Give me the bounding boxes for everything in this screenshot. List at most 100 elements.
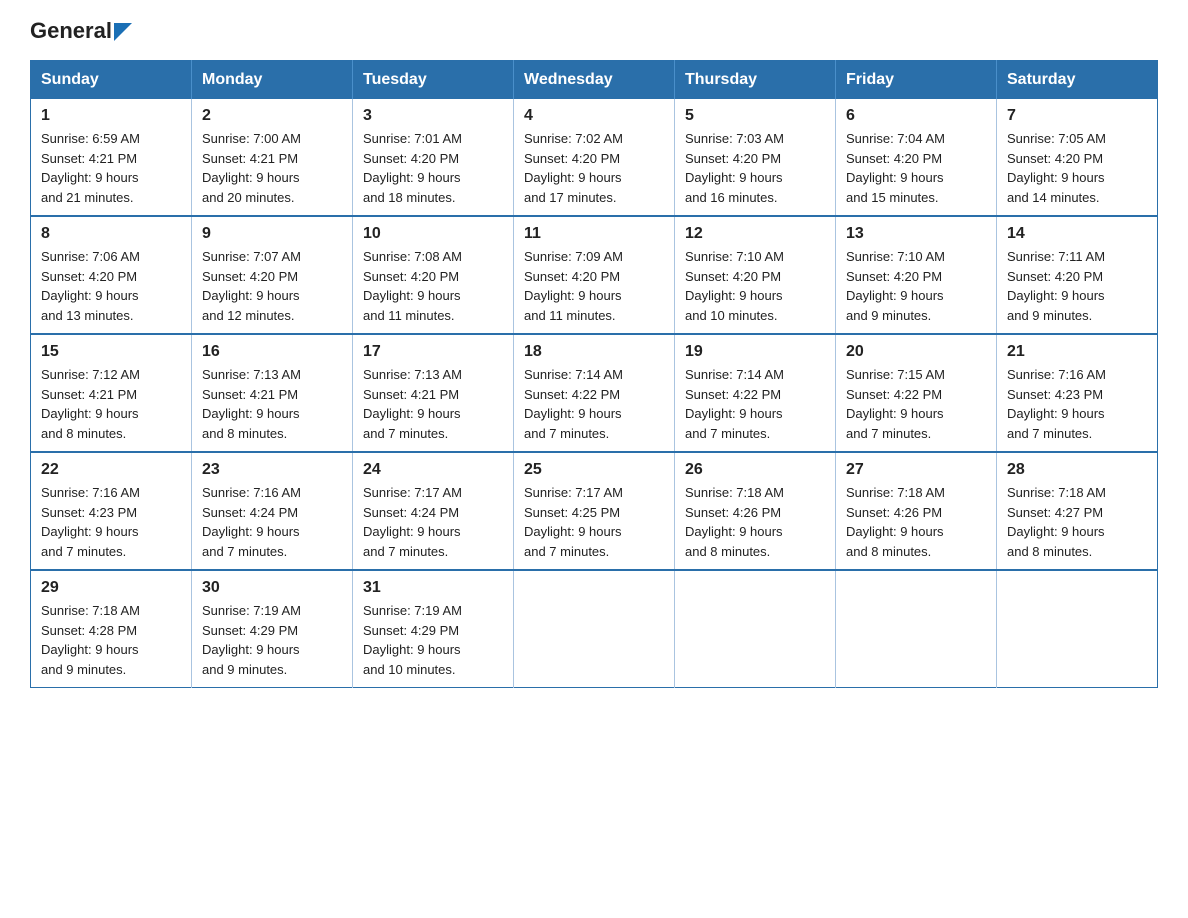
calendar-cell: 27 Sunrise: 7:18 AM Sunset: 4:26 PM Dayl… bbox=[836, 452, 997, 570]
day-number: 22 bbox=[41, 461, 181, 479]
week-row-3: 15 Sunrise: 7:12 AM Sunset: 4:21 PM Dayl… bbox=[31, 334, 1158, 452]
day-info: Sunrise: 7:15 AM Sunset: 4:22 PM Dayligh… bbox=[846, 365, 986, 443]
day-number: 13 bbox=[846, 225, 986, 243]
calendar-cell bbox=[997, 570, 1158, 688]
calendar-cell: 6 Sunrise: 7:04 AM Sunset: 4:20 PM Dayli… bbox=[836, 99, 997, 216]
calendar-cell: 18 Sunrise: 7:14 AM Sunset: 4:22 PM Dayl… bbox=[514, 334, 675, 452]
calendar-cell: 28 Sunrise: 7:18 AM Sunset: 4:27 PM Dayl… bbox=[997, 452, 1158, 570]
calendar-cell: 22 Sunrise: 7:16 AM Sunset: 4:23 PM Dayl… bbox=[31, 452, 192, 570]
day-number: 14 bbox=[1007, 225, 1147, 243]
day-number: 30 bbox=[202, 579, 342, 597]
calendar-table: SundayMondayTuesdayWednesdayThursdayFrid… bbox=[30, 60, 1158, 688]
calendar-cell bbox=[675, 570, 836, 688]
weekday-header-saturday: Saturday bbox=[997, 61, 1158, 100]
calendar-cell: 26 Sunrise: 7:18 AM Sunset: 4:26 PM Dayl… bbox=[675, 452, 836, 570]
calendar-cell: 12 Sunrise: 7:10 AM Sunset: 4:20 PM Dayl… bbox=[675, 216, 836, 334]
weekday-header-thursday: Thursday bbox=[675, 61, 836, 100]
day-info: Sunrise: 7:17 AM Sunset: 4:24 PM Dayligh… bbox=[363, 483, 503, 561]
day-info: Sunrise: 7:08 AM Sunset: 4:20 PM Dayligh… bbox=[363, 247, 503, 325]
calendar-cell: 2 Sunrise: 7:00 AM Sunset: 4:21 PM Dayli… bbox=[192, 99, 353, 216]
day-number: 3 bbox=[363, 107, 503, 125]
week-row-4: 22 Sunrise: 7:16 AM Sunset: 4:23 PM Dayl… bbox=[31, 452, 1158, 570]
calendar-cell: 7 Sunrise: 7:05 AM Sunset: 4:20 PM Dayli… bbox=[997, 99, 1158, 216]
day-info: Sunrise: 7:13 AM Sunset: 4:21 PM Dayligh… bbox=[363, 365, 503, 443]
day-number: 5 bbox=[685, 107, 825, 125]
day-info: Sunrise: 7:18 AM Sunset: 4:28 PM Dayligh… bbox=[41, 601, 181, 679]
weekday-header-tuesday: Tuesday bbox=[353, 61, 514, 100]
calendar-cell: 9 Sunrise: 7:07 AM Sunset: 4:20 PM Dayli… bbox=[192, 216, 353, 334]
day-number: 31 bbox=[363, 579, 503, 597]
day-info: Sunrise: 7:01 AM Sunset: 4:20 PM Dayligh… bbox=[363, 129, 503, 207]
day-number: 18 bbox=[524, 343, 664, 361]
calendar-cell: 1 Sunrise: 6:59 AM Sunset: 4:21 PM Dayli… bbox=[31, 99, 192, 216]
week-row-1: 1 Sunrise: 6:59 AM Sunset: 4:21 PM Dayli… bbox=[31, 99, 1158, 216]
day-number: 7 bbox=[1007, 107, 1147, 125]
day-info: Sunrise: 7:16 AM Sunset: 4:24 PM Dayligh… bbox=[202, 483, 342, 561]
calendar-cell: 8 Sunrise: 7:06 AM Sunset: 4:20 PM Dayli… bbox=[31, 216, 192, 334]
weekday-header-wednesday: Wednesday bbox=[514, 61, 675, 100]
day-info: Sunrise: 7:03 AM Sunset: 4:20 PM Dayligh… bbox=[685, 129, 825, 207]
day-info: Sunrise: 7:19 AM Sunset: 4:29 PM Dayligh… bbox=[363, 601, 503, 679]
day-info: Sunrise: 6:59 AM Sunset: 4:21 PM Dayligh… bbox=[41, 129, 181, 207]
weekday-header-friday: Friday bbox=[836, 61, 997, 100]
day-info: Sunrise: 7:14 AM Sunset: 4:22 PM Dayligh… bbox=[685, 365, 825, 443]
calendar-cell: 13 Sunrise: 7:10 AM Sunset: 4:20 PM Dayl… bbox=[836, 216, 997, 334]
logo-arrow-icon bbox=[114, 23, 132, 41]
day-number: 10 bbox=[363, 225, 503, 243]
week-row-2: 8 Sunrise: 7:06 AM Sunset: 4:20 PM Dayli… bbox=[31, 216, 1158, 334]
day-info: Sunrise: 7:07 AM Sunset: 4:20 PM Dayligh… bbox=[202, 247, 342, 325]
day-number: 2 bbox=[202, 107, 342, 125]
day-number: 28 bbox=[1007, 461, 1147, 479]
day-info: Sunrise: 7:13 AM Sunset: 4:21 PM Dayligh… bbox=[202, 365, 342, 443]
day-number: 1 bbox=[41, 107, 181, 125]
day-info: Sunrise: 7:19 AM Sunset: 4:29 PM Dayligh… bbox=[202, 601, 342, 679]
calendar-cell: 31 Sunrise: 7:19 AM Sunset: 4:29 PM Dayl… bbox=[353, 570, 514, 688]
day-info: Sunrise: 7:09 AM Sunset: 4:20 PM Dayligh… bbox=[524, 247, 664, 325]
day-number: 20 bbox=[846, 343, 986, 361]
day-number: 24 bbox=[363, 461, 503, 479]
day-number: 12 bbox=[685, 225, 825, 243]
day-info: Sunrise: 7:12 AM Sunset: 4:21 PM Dayligh… bbox=[41, 365, 181, 443]
calendar-cell: 30 Sunrise: 7:19 AM Sunset: 4:29 PM Dayl… bbox=[192, 570, 353, 688]
calendar-cell: 16 Sunrise: 7:13 AM Sunset: 4:21 PM Dayl… bbox=[192, 334, 353, 452]
day-number: 27 bbox=[846, 461, 986, 479]
day-info: Sunrise: 7:18 AM Sunset: 4:27 PM Dayligh… bbox=[1007, 483, 1147, 561]
day-number: 25 bbox=[524, 461, 664, 479]
day-number: 6 bbox=[846, 107, 986, 125]
calendar-cell: 25 Sunrise: 7:17 AM Sunset: 4:25 PM Dayl… bbox=[514, 452, 675, 570]
calendar-cell: 20 Sunrise: 7:15 AM Sunset: 4:22 PM Dayl… bbox=[836, 334, 997, 452]
day-info: Sunrise: 7:06 AM Sunset: 4:20 PM Dayligh… bbox=[41, 247, 181, 325]
calendar-cell: 15 Sunrise: 7:12 AM Sunset: 4:21 PM Dayl… bbox=[31, 334, 192, 452]
day-number: 19 bbox=[685, 343, 825, 361]
day-info: Sunrise: 7:04 AM Sunset: 4:20 PM Dayligh… bbox=[846, 129, 986, 207]
calendar-cell: 21 Sunrise: 7:16 AM Sunset: 4:23 PM Dayl… bbox=[997, 334, 1158, 452]
day-info: Sunrise: 7:18 AM Sunset: 4:26 PM Dayligh… bbox=[685, 483, 825, 561]
day-info: Sunrise: 7:18 AM Sunset: 4:26 PM Dayligh… bbox=[846, 483, 986, 561]
day-info: Sunrise: 7:17 AM Sunset: 4:25 PM Dayligh… bbox=[524, 483, 664, 561]
calendar-cell bbox=[514, 570, 675, 688]
weekday-header-row: SundayMondayTuesdayWednesdayThursdayFrid… bbox=[31, 61, 1158, 100]
day-info: Sunrise: 7:10 AM Sunset: 4:20 PM Dayligh… bbox=[846, 247, 986, 325]
day-info: Sunrise: 7:16 AM Sunset: 4:23 PM Dayligh… bbox=[41, 483, 181, 561]
day-info: Sunrise: 7:10 AM Sunset: 4:20 PM Dayligh… bbox=[685, 247, 825, 325]
day-info: Sunrise: 7:05 AM Sunset: 4:20 PM Dayligh… bbox=[1007, 129, 1147, 207]
day-info: Sunrise: 7:16 AM Sunset: 4:23 PM Dayligh… bbox=[1007, 365, 1147, 443]
day-number: 26 bbox=[685, 461, 825, 479]
calendar-cell: 19 Sunrise: 7:14 AM Sunset: 4:22 PM Dayl… bbox=[675, 334, 836, 452]
day-number: 9 bbox=[202, 225, 342, 243]
day-info: Sunrise: 7:00 AM Sunset: 4:21 PM Dayligh… bbox=[202, 129, 342, 207]
day-number: 29 bbox=[41, 579, 181, 597]
calendar-cell: 5 Sunrise: 7:03 AM Sunset: 4:20 PM Dayli… bbox=[675, 99, 836, 216]
day-number: 15 bbox=[41, 343, 181, 361]
calendar-cell: 10 Sunrise: 7:08 AM Sunset: 4:20 PM Dayl… bbox=[353, 216, 514, 334]
calendar-cell: 3 Sunrise: 7:01 AM Sunset: 4:20 PM Dayli… bbox=[353, 99, 514, 216]
calendar-cell: 14 Sunrise: 7:11 AM Sunset: 4:20 PM Dayl… bbox=[997, 216, 1158, 334]
day-number: 4 bbox=[524, 107, 664, 125]
day-number: 16 bbox=[202, 343, 342, 361]
logo: General bbox=[30, 20, 132, 42]
day-number: 8 bbox=[41, 225, 181, 243]
page-header: General bbox=[30, 20, 1158, 42]
day-info: Sunrise: 7:02 AM Sunset: 4:20 PM Dayligh… bbox=[524, 129, 664, 207]
day-number: 17 bbox=[363, 343, 503, 361]
calendar-cell: 4 Sunrise: 7:02 AM Sunset: 4:20 PM Dayli… bbox=[514, 99, 675, 216]
